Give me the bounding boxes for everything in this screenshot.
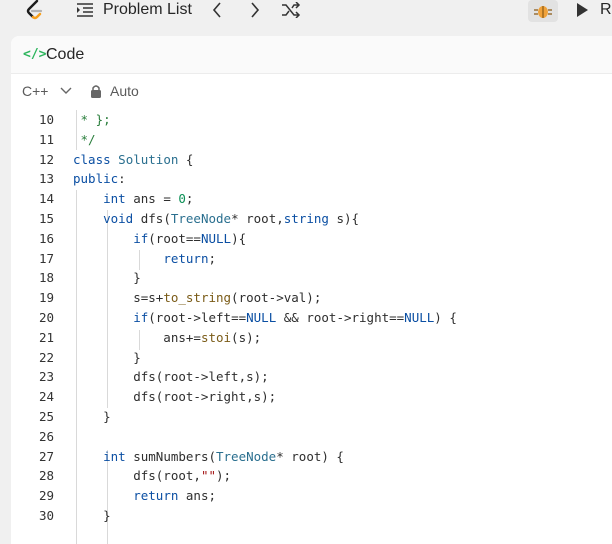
problem-list-button[interactable]: Problem List [103, 0, 192, 20]
code-panel: </> Code C++ Auto 10 * }; 11 */12 class So… [11, 36, 612, 544]
shuffle-icon [282, 2, 301, 18]
code-line[interactable]: 11 */ [11, 130, 612, 150]
code-line[interactable]: 14 int ans = 0; [11, 189, 612, 209]
code-text[interactable]: public: [73, 169, 126, 189]
line-number: 28 [38, 468, 54, 484]
line-number: 12 [38, 151, 54, 167]
problem-list-icon[interactable] [76, 2, 94, 18]
line-number: 24 [38, 389, 54, 405]
run-label[interactable]: R [600, 0, 612, 20]
line-number: 13 [38, 171, 54, 187]
language-selector[interactable]: C++ [22, 83, 48, 99]
code-panel-header: </> Code [11, 36, 612, 74]
leetcode-logo-icon[interactable] [24, 0, 46, 20]
lock-icon [91, 85, 101, 98]
code-line[interactable]: 20 if(root->left==NULL && root->right==N… [11, 308, 612, 328]
run-button[interactable] [574, 0, 590, 20]
code-line[interactable]: 29 return ans; [11, 486, 612, 506]
chevron-down-icon[interactable] [60, 86, 72, 96]
code-text[interactable]: void dfs(TreeNode* root,string s){ [73, 209, 359, 229]
line-number: 15 [38, 211, 54, 226]
code-line[interactable]: 19 s=s+to_string(root->val); [11, 288, 612, 308]
code-line[interactable]: 16 if(root==NULL){ [11, 229, 612, 249]
code-line[interactable]: 15 void dfs(TreeNode* root,string s){ [11, 209, 612, 229]
line-number: 23 [38, 369, 54, 385]
line-number: 21 [38, 329, 54, 345]
code-line[interactable]: 13 public: [11, 169, 612, 189]
line-number: 11 [38, 131, 54, 147]
code-line[interactable]: 24 dfs(root->right,s); [11, 387, 612, 407]
code-line[interactable]: 21 ans+=stoi(s); [11, 328, 612, 348]
code-text[interactable]: if(root->left==NULL && root->right==NULL… [73, 308, 457, 328]
code-line[interactable]: 12 class Solution { [11, 150, 612, 170]
line-number: 10 [38, 112, 54, 127]
code-line[interactable]: 10 * }; [11, 110, 612, 130]
code-line[interactable]: 17 return; [11, 249, 612, 269]
line-number: 14 [38, 191, 54, 207]
code-text[interactable]: } [73, 506, 111, 526]
line-number: 25 [38, 409, 54, 424]
next-problem-button[interactable] [246, 0, 264, 20]
code-text[interactable]: dfs(root,""); [73, 466, 231, 486]
debug-button[interactable] [528, 0, 558, 22]
line-number: 17 [38, 250, 54, 266]
code-text[interactable]: return ans; [73, 486, 216, 506]
code-text[interactable]: class Solution { [73, 150, 193, 170]
line-number: 27 [38, 448, 54, 464]
editor-toolbar: C++ Auto [11, 74, 612, 108]
play-icon [577, 3, 588, 17]
code-text[interactable]: dfs(root->left,s); [73, 367, 268, 387]
code-line[interactable]: 30 } [11, 506, 612, 526]
code-text[interactable]: } [73, 407, 111, 427]
line-number: 30 [38, 508, 54, 523]
code-line[interactable]: 26 [11, 427, 612, 447]
auto-mode-label[interactable]: Auto [110, 83, 139, 99]
previous-problem-button[interactable] [208, 0, 226, 20]
code-line[interactable]: 25 } [11, 407, 612, 427]
line-number: 26 [38, 428, 54, 444]
line-number: 29 [38, 488, 54, 504]
code-line[interactable]: 27 int sumNumbers(TreeNode* root) { [11, 447, 612, 467]
line-number: 19 [38, 290, 54, 306]
code-line[interactable]: 23 dfs(root->left,s); [11, 367, 612, 387]
code-text[interactable]: s=s+to_string(root->val); [73, 288, 321, 308]
top-navigation-bar: Problem List R [0, 0, 612, 24]
line-number: 20 [38, 310, 54, 325]
chevron-left-icon [212, 2, 221, 18]
code-text[interactable]: } [73, 268, 141, 288]
code-editor[interactable]: 10 * }; 11 */12 class Solution {13 public: 1… [11, 108, 612, 544]
code-text[interactable]: ans+=stoi(s); [73, 328, 261, 348]
code-line[interactable]: 22 } [11, 348, 612, 368]
code-line[interactable]: 28 dfs(root,""); [11, 466, 612, 486]
code-text[interactable]: * }; [73, 110, 111, 130]
code-text[interactable]: */ [73, 130, 96, 150]
code-text[interactable]: } [73, 348, 141, 368]
code-panel-title: Code [46, 46, 85, 63]
bug-icon [534, 6, 552, 18]
code-text[interactable]: int ans = 0; [73, 189, 193, 209]
random-problem-button[interactable] [281, 0, 301, 20]
chevron-right-icon [251, 2, 260, 18]
code-brackets-icon: </> [23, 47, 47, 62]
code-text[interactable]: return; [73, 249, 216, 269]
code-text[interactable]: dfs(root->right,s); [73, 387, 276, 407]
line-number: 16 [38, 230, 54, 246]
code-text[interactable]: int sumNumbers(TreeNode* root) { [73, 447, 344, 467]
code-text[interactable]: if(root==NULL){ [73, 229, 246, 249]
code-line[interactable]: 18 } [11, 268, 612, 288]
line-number: 18 [38, 270, 54, 286]
line-number: 22 [38, 349, 54, 365]
